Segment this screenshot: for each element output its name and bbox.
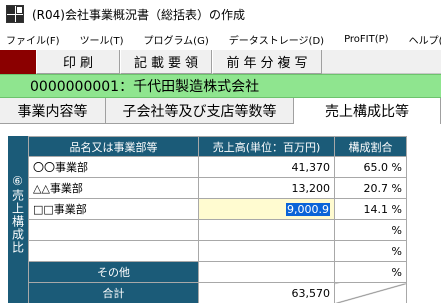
selected-text: 9,000.9 — [286, 202, 330, 216]
row-sales-input[interactable]: 41,370 — [198, 156, 335, 178]
row-sales-input[interactable] — [198, 219, 335, 241]
tab-bar: 事業内容等 子会社等及び支店等数等 売上構成比等 — [0, 98, 441, 124]
row-ratio: % — [334, 219, 407, 241]
guide-button[interactable]: 記載要領 — [120, 50, 212, 74]
row-sales-input[interactable] — [198, 240, 335, 262]
row-name-input[interactable]: 〇〇事業部 — [28, 156, 199, 178]
total-ratio-disabled — [334, 282, 407, 303]
menu-bar: ファイル(F) ツール(T) プログラム(G) データストレージ(D) ProF… — [0, 28, 441, 50]
other-sales-input[interactable] — [198, 261, 335, 283]
table-header-row: 品名又は事業部等 売上高(単位：百万円) 構成割合 — [28, 136, 407, 157]
print-button[interactable]: 印刷 — [36, 50, 120, 74]
table-row: % — [28, 240, 407, 262]
other-ratio: % — [334, 261, 407, 283]
other-label: その他 — [28, 261, 199, 283]
copy-previous-year-button[interactable]: 前年分複写 — [212, 50, 322, 74]
menu-tools[interactable]: ツール(T) — [80, 32, 124, 47]
total-sales: 63,570 — [198, 282, 335, 303]
menu-help[interactable]: ヘルプ(H) — [409, 32, 441, 47]
row-name-input[interactable]: △△事業部 — [28, 177, 199, 199]
sales-table: 品名又は事業部等 売上高(単位：百万円) 構成割合 〇〇事業部 41,370 6… — [28, 136, 407, 303]
section-label: ⑥売上構成比 — [8, 136, 28, 303]
row-ratio: 14.1 % — [334, 198, 407, 220]
row-sales-input-active[interactable]: 9,000.9 — [198, 198, 335, 220]
menu-data-storage[interactable]: データストレージ(D) — [229, 32, 324, 47]
tab-subsidiaries-branches[interactable]: 子会社等及び支店等数等 — [106, 98, 294, 124]
header-sales: 売上高(単位：百万円) — [198, 136, 335, 157]
tab-business-details[interactable]: 事業内容等 — [0, 98, 106, 124]
app-icon — [6, 5, 24, 23]
header-ratio: 構成割合 — [334, 136, 407, 157]
toolbar-red-marker — [0, 50, 36, 74]
row-ratio: 20.7 % — [334, 177, 407, 199]
toolbar: 印刷 記載要領 前年分複写 — [0, 50, 441, 74]
total-row: 合計 63,570 — [28, 282, 407, 303]
company-bar: 0000000001：千代田製造株式会社 — [0, 74, 441, 98]
row-name-input[interactable] — [28, 219, 199, 241]
tab-content: ⑥売上構成比 品名又は事業部等 売上高(単位：百万円) 構成割合 〇〇事業部 4… — [0, 124, 441, 303]
table-row: 〇〇事業部 41,370 65.0 % — [28, 156, 407, 178]
row-name-input[interactable] — [28, 240, 199, 262]
row-sales-input[interactable]: 13,200 — [198, 177, 335, 199]
row-ratio: % — [334, 240, 407, 262]
table-row: □□事業部 9,000.9 14.1 % — [28, 198, 407, 220]
tab-sales-composition[interactable]: 売上構成比等 — [294, 98, 441, 124]
company-label: 0000000001：千代田製造株式会社 — [30, 79, 260, 95]
menu-profit[interactable]: ProFIT(P) — [344, 34, 389, 45]
title-bar: (R04)会社事業概況書（総括表）の作成 — [0, 0, 441, 28]
row-name-input[interactable]: □□事業部 — [28, 198, 199, 220]
row-ratio: 65.0 % — [334, 156, 407, 178]
other-row: その他 % — [28, 261, 407, 283]
header-name: 品名又は事業部等 — [28, 136, 199, 157]
menu-file[interactable]: ファイル(F) — [6, 32, 60, 47]
menu-program[interactable]: プログラム(G) — [143, 32, 208, 47]
table-row: △△事業部 13,200 20.7 % — [28, 177, 407, 199]
window-title: (R04)会社事業概況書（総括表）の作成 — [32, 7, 245, 22]
table-row: % — [28, 219, 407, 241]
total-label: 合計 — [28, 282, 199, 303]
